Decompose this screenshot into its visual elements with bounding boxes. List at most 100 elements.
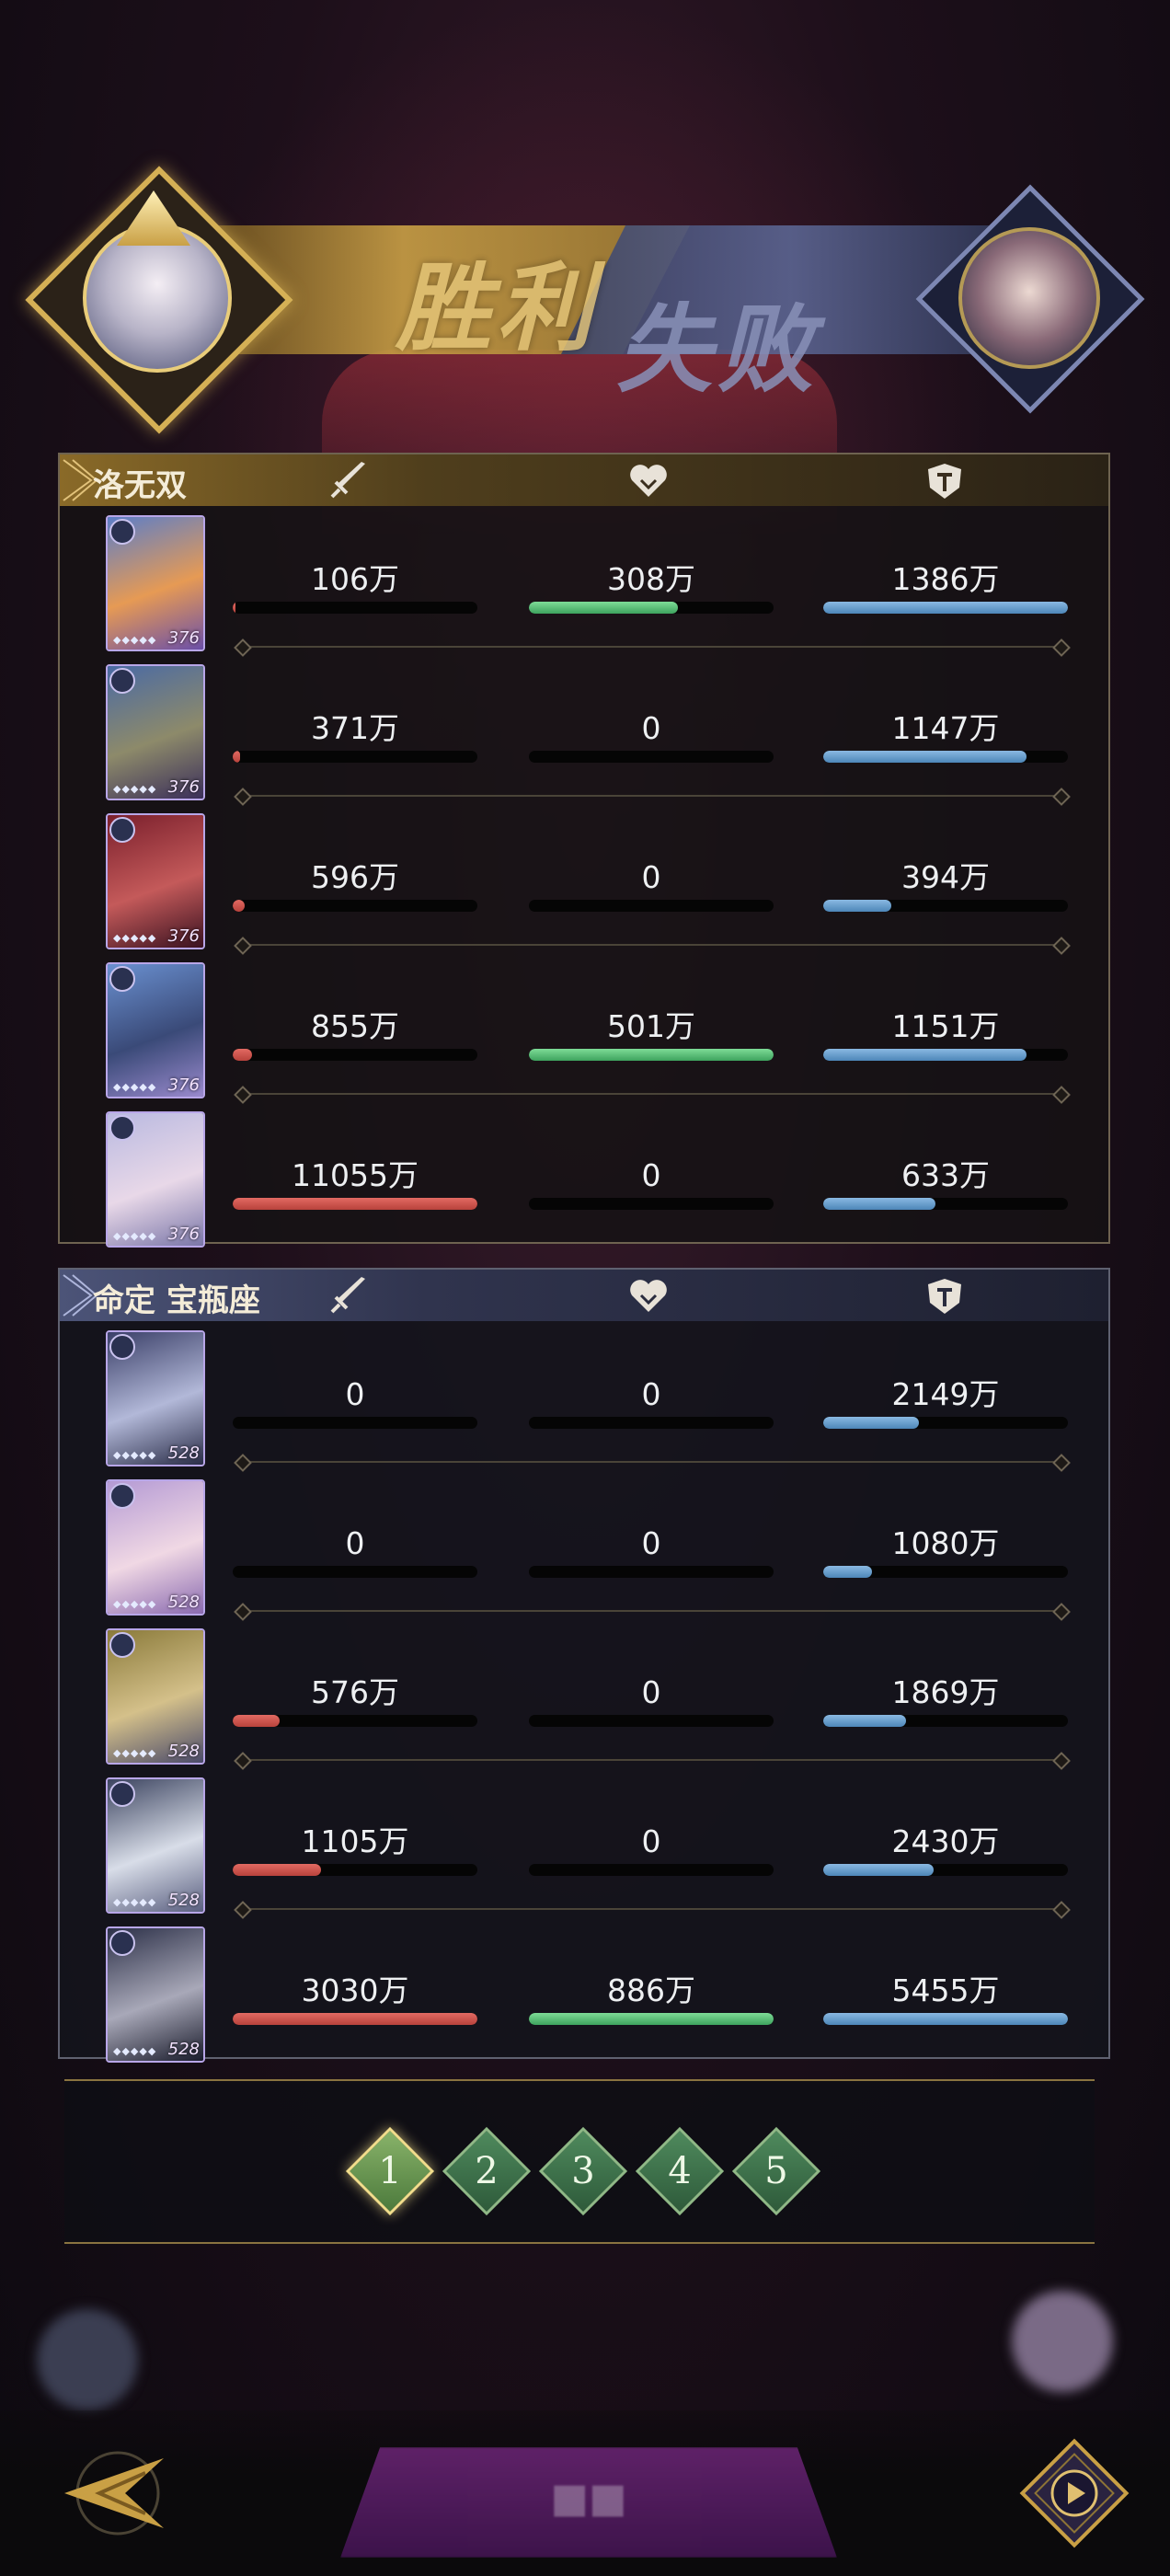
hero-stat-row: ◆◆◆◆◆ 376 11055万 0 633万 bbox=[60, 1106, 1108, 1253]
star-rating: ◆◆◆◆◆ bbox=[113, 634, 157, 646]
star-rating: ◆◆◆◆◆ bbox=[113, 1449, 157, 1461]
damage-taken-value: 5455万 bbox=[891, 1972, 1000, 2008]
damage-taken-stat: 1386万 bbox=[823, 559, 1068, 614]
damage-stat: 1105万 bbox=[233, 1822, 477, 1876]
blurred-right-icon bbox=[1012, 2291, 1113, 2392]
hero-stat-row: ◆◆◆◆◆ 528 3030万 886万 5455万 bbox=[60, 1921, 1108, 2068]
hero-level: 528 bbox=[167, 1443, 200, 1463]
healing-value: 308万 bbox=[607, 561, 695, 597]
damage-bar bbox=[233, 1715, 477, 1727]
damage-taken-stat: 1080万 bbox=[823, 1524, 1068, 1578]
heart-icon bbox=[630, 465, 667, 497]
hero-stat-row: ◆◆◆◆◆ 376 855万 501万 1151万 bbox=[60, 957, 1108, 1104]
shield-icon bbox=[928, 1279, 961, 1314]
team2-name: 命定 宝瓶座 bbox=[93, 1282, 260, 1319]
healing-value: 0 bbox=[641, 1157, 661, 1193]
damage-taken-stat: 633万 bbox=[823, 1156, 1068, 1210]
header-corner-ornament bbox=[63, 459, 97, 501]
hero-level: 376 bbox=[167, 1075, 200, 1095]
row-divider bbox=[242, 795, 1062, 797]
damage-taken-value: 1151万 bbox=[891, 1008, 1000, 1044]
damage-taken-bar bbox=[823, 602, 1068, 614]
defeat-text: 失败 bbox=[616, 293, 820, 406]
class-badge-icon bbox=[109, 966, 135, 992]
damage-taken-bar bbox=[823, 1417, 1068, 1429]
hero-card[interactable]: ◆◆◆◆◆ 528 bbox=[106, 1330, 205, 1466]
team1-name: 洛无双 bbox=[93, 467, 187, 504]
damage-taken-bar bbox=[823, 1864, 1068, 1876]
healing-stat: 0 bbox=[529, 1374, 774, 1429]
result-banner: 胜利 失败 bbox=[25, 166, 1145, 434]
hero-level: 528 bbox=[167, 1742, 200, 1761]
hero-card[interactable]: ◆◆◆◆◆ 528 bbox=[106, 1777, 205, 1914]
hero-card[interactable]: ◆◆◆◆◆ 528 bbox=[106, 1479, 205, 1616]
damage-bar bbox=[233, 900, 477, 912]
hero-level: 528 bbox=[167, 1593, 200, 1612]
healing-stat: 308万 bbox=[529, 559, 774, 614]
damage-value: 0 bbox=[345, 1525, 365, 1561]
damage-stat: 3030万 bbox=[233, 1971, 477, 2025]
hero-card[interactable]: ◆◆◆◆◆ 376 bbox=[106, 962, 205, 1098]
round-label: 5 bbox=[764, 2150, 788, 2192]
hero-stat-row: ◆◆◆◆◆ 376 106万 308万 1386万 bbox=[60, 510, 1108, 657]
damage-taken-stat: 2430万 bbox=[823, 1822, 1068, 1876]
hero-card[interactable]: ◆◆◆◆◆ 376 bbox=[106, 515, 205, 651]
healing-stat: 0 bbox=[529, 1822, 774, 1876]
victory-text: 胜利 bbox=[396, 251, 599, 364]
hero-stat-row: ◆◆◆◆◆ 528 0 0 2149万 bbox=[60, 1325, 1108, 1472]
hero-card[interactable]: ◆◆◆◆◆ 376 bbox=[106, 813, 205, 949]
hero-level: 528 bbox=[167, 2040, 200, 2059]
damage-value: 11055万 bbox=[292, 1157, 419, 1193]
shield-icon bbox=[928, 464, 961, 499]
damage-stat: 371万 bbox=[233, 708, 477, 763]
damage-bar bbox=[233, 1198, 477, 1210]
damage-value: 1105万 bbox=[301, 1823, 409, 1859]
team2-panel: 命定 宝瓶座 ◆◆◆◆◆ 528 0 0 2149万 ◆◆◆◆◆ 528 0 0… bbox=[58, 1268, 1110, 2063]
round-2-button[interactable]: 2 bbox=[442, 2126, 532, 2216]
damage-value: 855万 bbox=[311, 1008, 399, 1044]
star-rating: ◆◆◆◆◆ bbox=[113, 1598, 157, 1610]
healing-bar bbox=[529, 2013, 774, 2025]
healing-value: 0 bbox=[641, 1525, 661, 1561]
round-5-button[interactable]: 5 bbox=[731, 2126, 821, 2216]
damage-taken-value: 1080万 bbox=[891, 1525, 1000, 1561]
team1-header: 洛无双 bbox=[60, 454, 1108, 506]
damage-taken-bar bbox=[823, 751, 1068, 763]
healing-value: 0 bbox=[641, 1376, 661, 1412]
damage-stat: 855万 bbox=[233, 1006, 477, 1061]
round-1-button[interactable]: 1 bbox=[345, 2126, 435, 2216]
hero-card[interactable]: ◆◆◆◆◆ 528 bbox=[106, 1926, 205, 2063]
hero-card[interactable]: ◆◆◆◆◆ 376 bbox=[106, 1111, 205, 1248]
damage-taken-value: 1147万 bbox=[891, 710, 1000, 746]
row-divider bbox=[242, 1461, 1062, 1463]
damage-taken-value: 2149万 bbox=[891, 1376, 1000, 1412]
damage-taken-bar bbox=[823, 2013, 1068, 2025]
damage-bar bbox=[233, 1566, 477, 1578]
row-divider bbox=[242, 1759, 1062, 1761]
damage-value: 106万 bbox=[311, 561, 399, 597]
round-4-button[interactable]: 4 bbox=[635, 2126, 725, 2216]
back-button[interactable] bbox=[44, 2438, 182, 2548]
hero-card[interactable]: ◆◆◆◆◆ 376 bbox=[106, 664, 205, 800]
damage-bar bbox=[233, 1864, 477, 1876]
healing-value: 501万 bbox=[607, 1008, 695, 1044]
healing-value: 0 bbox=[641, 859, 661, 895]
healing-bar bbox=[529, 1566, 774, 1578]
star-rating: ◆◆◆◆◆ bbox=[113, 1230, 157, 1242]
damage-taken-bar bbox=[823, 1049, 1068, 1061]
replay-button[interactable] bbox=[1017, 2436, 1131, 2550]
row-divider bbox=[242, 944, 1062, 946]
healing-bar bbox=[529, 1715, 774, 1727]
hero-card[interactable]: ◆◆◆◆◆ 528 bbox=[106, 1628, 205, 1765]
damage-taken-value: 394万 bbox=[901, 859, 990, 895]
damage-taken-value: 633万 bbox=[901, 1157, 990, 1193]
hero-level: 376 bbox=[167, 777, 200, 797]
damage-stat: 0 bbox=[233, 1374, 477, 1429]
damage-taken-bar bbox=[823, 1198, 1068, 1210]
star-rating: ◆◆◆◆◆ bbox=[113, 1747, 157, 1759]
round-label: 2 bbox=[475, 2150, 499, 2192]
round-label: 3 bbox=[571, 2150, 595, 2192]
round-3-button[interactable]: 3 bbox=[538, 2126, 628, 2216]
row-divider bbox=[242, 1908, 1062, 1910]
damage-taken-stat: 1869万 bbox=[823, 1673, 1068, 1727]
